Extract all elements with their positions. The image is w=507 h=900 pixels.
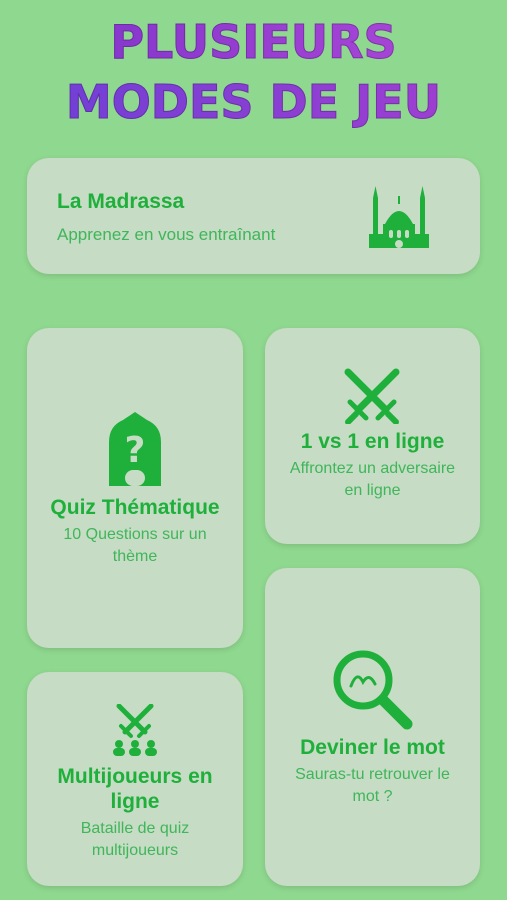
heading-line-2: MODES DE JEU (0, 72, 507, 132)
heading-line-1: PLUSIEURS (0, 12, 507, 72)
crossed-swords-icon (342, 368, 402, 429)
mode-subtitle-deviner-le-mot: Sauras-tu retrouver le mot ? (295, 766, 450, 805)
mode-card-deviner-le-mot[interactable]: Deviner le mot Sauras-tu retrouver le mo… (265, 568, 480, 886)
mode-card-1vs1[interactable]: 1 vs 1 en ligne Affrontez un adversaire … (265, 328, 480, 544)
mode-subtitle-1vs1: Affrontez un adversaire en ligne (289, 460, 456, 499)
svg-text:?: ? (125, 430, 146, 471)
mode-title-1vs1: 1 vs 1 en ligne (300, 430, 445, 453)
magnifier-icon (331, 648, 415, 737)
question-dome-icon: ? (107, 412, 163, 491)
mode-subtitle-multijoueurs: Bataille de quiz multijoueurs (80, 820, 190, 859)
multiplayer-swords-icon (111, 703, 159, 761)
mode-card-multijoueurs[interactable]: Multijoueurs en ligne Bataille de quiz m… (27, 672, 243, 886)
mode-title-deviner-le-mot: Deviner le mot (300, 736, 445, 759)
mode-title-madrassa: La Madrassa (57, 190, 185, 213)
mode-title-multijoueurs: Multijoueurs en ligne (57, 765, 213, 813)
mosque-icon (367, 184, 431, 255)
mode-card-quiz-thematique[interactable]: ? Quiz Thématique 10 Questions sur un th… (27, 328, 243, 648)
mode-card-madrassa[interactable]: La Madrassa Apprenez en vous entraînant (27, 158, 480, 274)
mode-subtitle-madrassa: Apprenez en vous entraînant (57, 225, 276, 244)
mode-subtitle-quiz-thematique: 10 Questions sur un thème (63, 526, 207, 565)
mode-title-quiz-thematique: Quiz Thématique (50, 496, 220, 519)
